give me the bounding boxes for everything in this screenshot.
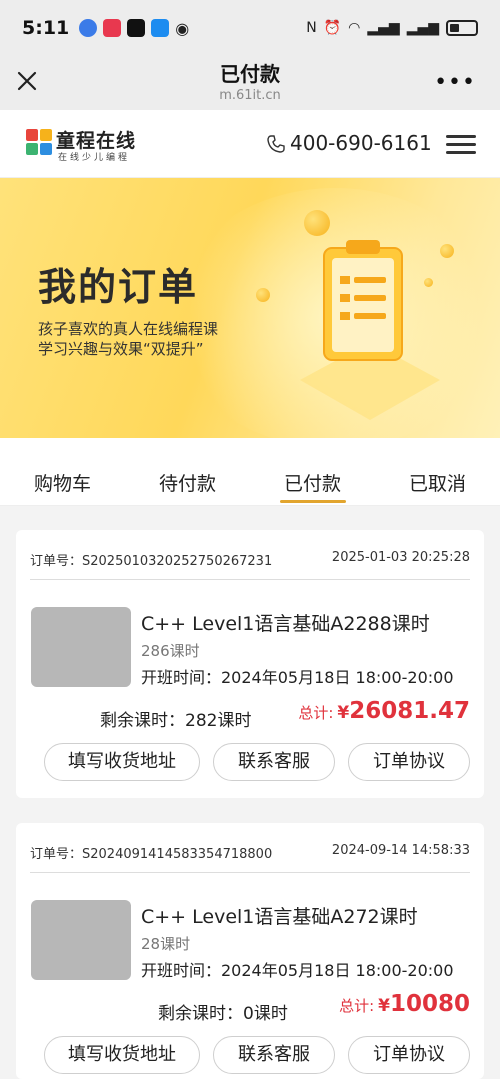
phone-icon xyxy=(267,135,285,153)
signal-icon: ▂▄▆ xyxy=(406,20,439,36)
total-amount: 10080 xyxy=(389,991,470,1017)
order-time: 2024-09-14 14:58:33 xyxy=(331,843,470,858)
battery-icon xyxy=(446,20,478,36)
contact-service-button[interactable]: 联系客服 xyxy=(213,743,335,781)
page-url: m.61it.cn xyxy=(219,88,281,103)
tab-cancelled[interactable]: 已取消 xyxy=(375,438,500,505)
course-name[interactable]: C++ Level1语言基础A2288课时 xyxy=(141,609,430,636)
order-number: 订单号：S2024091414583354718800 xyxy=(30,847,273,862)
order-header: 订单号：S2025010320252750267231 2025-01-03 2… xyxy=(30,530,470,580)
order-card: 订单号：S2025010320252750267231 2025-01-03 2… xyxy=(16,530,484,798)
order-total: 总计: ¥26081.47 xyxy=(298,698,470,724)
more-options-icon[interactable]: ••• xyxy=(434,72,476,94)
logo-icon xyxy=(26,129,52,155)
course-hours: 286课时 xyxy=(141,642,200,660)
page-title: 已付款 xyxy=(220,62,280,86)
tab-pending-payment[interactable]: 待付款 xyxy=(125,438,250,505)
clipboard-illustration xyxy=(300,240,440,420)
currency-symbol: ¥ xyxy=(337,703,350,723)
signal-icon: ▂▄▆ xyxy=(367,20,400,36)
fill-address-button[interactable]: 填写收货地址 xyxy=(44,1036,200,1074)
class-start-time: 开班时间：2024年05月18日 18:00-20:00 xyxy=(141,961,454,980)
fill-address-button[interactable]: 填写收货地址 xyxy=(44,743,200,781)
alarm-icon: ⏰ xyxy=(323,20,342,36)
hamburger-menu-icon[interactable] xyxy=(446,135,476,155)
order-agreement-button[interactable]: 订单协议 xyxy=(348,743,470,781)
currency-symbol: ¥ xyxy=(378,996,390,1016)
total-amount: 26081.47 xyxy=(349,698,470,724)
course-thumbnail[interactable] xyxy=(31,900,131,980)
banner-tagline: 孩子喜欢的真人在线编程课 xyxy=(38,320,219,338)
remaining-hours: 剩余课时：282课时 xyxy=(100,711,252,731)
orders-banner: 我的订单 孩子喜欢的真人在线编程课 学习兴趣与效果“双提升” xyxy=(0,178,500,438)
order-agreement-button[interactable]: 订单协议 xyxy=(348,1036,470,1074)
order-time: 2025-01-03 20:25:28 xyxy=(331,550,470,565)
tab-paid[interactable]: 已付款 xyxy=(250,438,375,505)
tiktok-icon xyxy=(127,19,146,37)
class-start-time: 开班时间：2024年05月18日 18:00-20:00 xyxy=(141,668,454,687)
app-notification-icon xyxy=(151,19,170,37)
status-time: 5:11 xyxy=(22,17,70,39)
wifi-icon: ◠ xyxy=(348,20,361,36)
app-notification-icon xyxy=(103,19,122,37)
course-hours: 28课时 xyxy=(141,935,191,953)
eye-icon: ◉ xyxy=(175,18,190,38)
webview-title-bar: 已付款 m.61it.cn ••• xyxy=(0,56,500,110)
order-status-tabs: 购物车 待付款 已付款 已取消 xyxy=(0,438,500,506)
remaining-hours: 剩余课时：0课时 xyxy=(158,1004,288,1024)
nfc-icon: N xyxy=(306,20,317,36)
banner-title: 我的订单 xyxy=(38,265,199,309)
logo-name[interactable]: 童程在线 xyxy=(56,126,136,153)
order-header: 订单号：S2024091414583354718800 2024-09-14 1… xyxy=(30,823,470,873)
course-name[interactable]: C++ Level1语言基础A272课时 xyxy=(141,902,418,929)
course-thumbnail[interactable] xyxy=(31,607,131,687)
total-label: 总计: xyxy=(298,704,334,722)
order-number: 订单号：S2025010320252750267231 xyxy=(30,554,273,569)
banner-tagline: 学习兴趣与效果“双提升” xyxy=(38,340,204,358)
site-header: 童程在线 在线少儿编程 400-690-6161 xyxy=(0,110,500,178)
order-total: 总计: ¥10080 xyxy=(339,991,470,1017)
contact-service-button[interactable]: 联系客服 xyxy=(213,1036,335,1074)
order-card: 订单号：S2024091414583354718800 2024-09-14 1… xyxy=(16,823,484,1079)
hotline-number[interactable]: 400-690-6161 xyxy=(290,131,432,155)
status-bar: 5:11 ◉ N ⏰ ◠ ▂▄▆ ▂▄▆ xyxy=(0,0,500,56)
tab-cart[interactable]: 购物车 xyxy=(0,438,125,505)
app-notification-icon xyxy=(79,19,98,37)
logo-subtitle: 在线少儿编程 xyxy=(58,153,131,163)
total-label: 总计: xyxy=(339,997,375,1015)
decor-dot xyxy=(256,288,270,302)
